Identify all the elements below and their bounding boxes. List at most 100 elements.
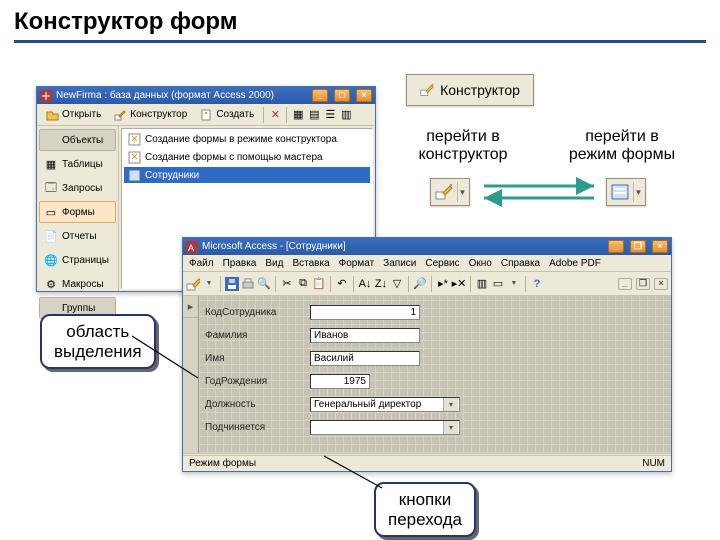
design-view-large-button[interactable]: Конструктор xyxy=(406,74,534,106)
undo-button[interactable]: ↶ xyxy=(335,277,349,291)
db-window-button[interactable]: ▥ xyxy=(475,277,489,291)
menu-item[interactable]: Окно xyxy=(469,258,492,269)
filter-button[interactable]: ▽ xyxy=(390,277,404,291)
list-item[interactable]: Сотрудники xyxy=(124,167,370,183)
nav-label: Страницы xyxy=(62,255,109,266)
nav-icon xyxy=(44,301,58,315)
callout-line xyxy=(132,330,202,382)
nav-item[interactable]: 📄Отчеты xyxy=(39,225,116,247)
close-button[interactable]: × xyxy=(356,89,372,102)
chevron-down-icon[interactable]: ▼ xyxy=(507,277,521,291)
preview-button[interactable]: 🔍 xyxy=(257,277,271,291)
nav-icon: ⚙ xyxy=(44,277,58,291)
nav-label: Группы xyxy=(62,303,95,314)
status-left: Режим формы xyxy=(189,458,256,469)
close-button[interactable]: × xyxy=(652,240,668,253)
open-button[interactable]: Открыть xyxy=(40,106,106,124)
menu-item[interactable]: Вставка xyxy=(292,258,329,269)
form-titlebar: A Microsoft Access - [Сотрудники] _ ❐ × xyxy=(183,238,671,255)
design-view-toolbar-button[interactable]: ▼ xyxy=(430,178,470,206)
nav-icon xyxy=(44,133,58,147)
doc-restore-button[interactable]: ❐ xyxy=(636,278,650,290)
icons-small-button[interactable]: ▤ xyxy=(307,108,321,122)
new-icon xyxy=(199,108,213,122)
field-label: Должность xyxy=(205,399,300,410)
design-button[interactable]: Конструктор xyxy=(108,106,192,124)
list-item[interactable]: Создание формы в режиме конструктора xyxy=(124,131,370,147)
list-item[interactable]: Создание формы с помощью мастера xyxy=(124,149,370,165)
form-icon xyxy=(609,182,631,202)
paste-button[interactable]: 📋 xyxy=(312,277,326,291)
list-label: Создание формы в режиме конструктора xyxy=(145,134,337,145)
maximize-button[interactable]: □ xyxy=(334,89,350,102)
view-button[interactable] xyxy=(186,277,200,291)
help-button[interactable]: ? xyxy=(530,277,544,291)
cut-button[interactable]: ✂ xyxy=(280,277,294,291)
menu-item[interactable]: Вид xyxy=(265,258,283,269)
form-detail-area: КодСотрудника1ФамилияИвановИмяВасилийГод… xyxy=(199,296,671,453)
nav-label: Отчеты xyxy=(62,231,97,242)
nav-label: Объекты xyxy=(62,135,103,146)
print-button[interactable] xyxy=(241,277,255,291)
nav-item[interactable]: 🗔Запросы xyxy=(39,177,116,199)
text-field[interactable]: Иванов xyxy=(310,328,420,343)
list-label: Сотрудники xyxy=(145,170,199,181)
menu-item[interactable]: Записи xyxy=(383,258,416,269)
save-button[interactable] xyxy=(225,277,239,291)
wizard-icon xyxy=(127,150,141,164)
menu-item[interactable]: Формат xyxy=(339,258,375,269)
form-title: Microsoft Access - [Сотрудники] xyxy=(202,241,346,252)
text-field[interactable]: 1975 xyxy=(310,374,370,389)
nav-item[interactable]: ▦Таблицы xyxy=(39,153,116,175)
wizard-icon xyxy=(127,132,141,146)
minimize-button[interactable]: _ xyxy=(312,89,328,102)
new-record-button[interactable]: ▸* xyxy=(436,277,450,291)
annotation-go-design: перейти в конструктор xyxy=(408,128,518,165)
sort-desc-button[interactable]: Z↓ xyxy=(374,277,388,291)
nav-item[interactable]: ⚙Макросы xyxy=(39,273,116,295)
create-button[interactable]: Создать xyxy=(194,106,259,124)
text-field[interactable]: 1 xyxy=(310,305,420,320)
nav-item[interactable]: ▭Формы xyxy=(39,201,116,223)
form-view-toolbar-button[interactable]: ▼ xyxy=(606,178,646,206)
doc-minimize-button[interactable]: _ xyxy=(618,278,632,290)
form-designer-window: A Microsoft Access - [Сотрудники] _ ❐ × … xyxy=(182,237,672,472)
form-row: ГодРождения1975 xyxy=(205,370,665,392)
find-button[interactable]: 🔎 xyxy=(413,277,427,291)
design-icon xyxy=(113,108,127,122)
menu-item[interactable]: Правка xyxy=(223,258,257,269)
details-button[interactable]: ▥ xyxy=(339,108,353,122)
nav-label: Запросы xyxy=(62,183,102,194)
minimize-button[interactable]: _ xyxy=(608,240,624,253)
chevron-down-icon[interactable]: ▼ xyxy=(457,182,467,202)
nav-item[interactable]: 🌐 Страницы xyxy=(39,249,116,271)
design-button-label: Конструктор xyxy=(440,82,520,98)
menu-item[interactable]: Сервис xyxy=(425,258,459,269)
open-icon xyxy=(45,108,59,122)
copy-button[interactable]: ⧉ xyxy=(296,277,310,291)
chevron-down-icon[interactable]: ▼ xyxy=(633,182,643,202)
page-title: Конструктор форм xyxy=(0,0,720,36)
sort-asc-button[interactable]: A↓ xyxy=(358,277,372,291)
current-record-indicator: ▸ xyxy=(183,296,198,318)
restore-button[interactable]: ❐ xyxy=(630,240,646,253)
chevron-down-icon[interactable]: ▼ xyxy=(202,277,216,291)
menu-item[interactable]: Adobe PDF xyxy=(549,258,601,269)
icons-large-button[interactable]: ▦ xyxy=(291,108,305,122)
bidirectional-arrows-icon xyxy=(476,176,602,208)
text-field[interactable]: Василий xyxy=(310,351,420,366)
form-button[interactable]: ▭ xyxy=(491,277,505,291)
menu-item[interactable]: Файл xyxy=(189,258,214,269)
delete-button[interactable]: ✕ xyxy=(268,108,282,122)
combo-field[interactable] xyxy=(310,420,460,435)
delete-record-button[interactable]: ▸✕ xyxy=(452,277,466,291)
list-label: Создание формы с помощью мастера xyxy=(145,152,323,163)
combo-field[interactable]: Генеральный директор xyxy=(310,397,460,412)
list-button[interactable]: ☰ xyxy=(323,108,337,122)
access-icon: A xyxy=(186,241,198,253)
menu-item[interactable]: Справка xyxy=(501,258,540,269)
form-row: ФамилияИванов xyxy=(205,324,665,346)
nav-icon: 🌐 xyxy=(44,253,58,267)
annotation-go-form: перейти в режим формы xyxy=(562,128,682,165)
doc-close-button[interactable]: × xyxy=(654,278,668,290)
